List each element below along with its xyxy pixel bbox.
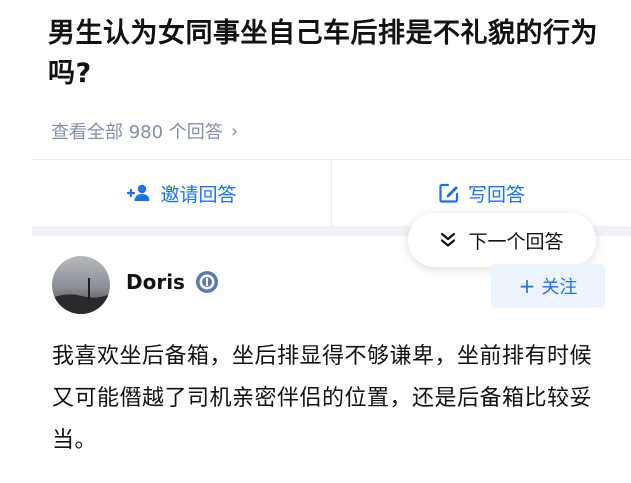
next-answer-button[interactable]: 下一个回答: [408, 213, 596, 267]
invite-answer-button[interactable]: 邀请回答: [32, 160, 331, 226]
answer-body[interactable]: 我喜欢坐后备箱，坐后排显得不够谦卑，坐前排有时候又可能僭越了司机亲密伴侣的位置，…: [52, 336, 597, 462]
edit-icon: [439, 183, 459, 203]
plus-icon: +: [518, 274, 536, 298]
add-user-icon: [127, 184, 150, 201]
follow-label: 关注: [541, 277, 578, 298]
view-all-label: 查看全部 980 个回答: [51, 122, 223, 143]
author-name[interactable]: Doris: [126, 270, 185, 294]
invite-answer-label: 邀请回答: [160, 183, 237, 206]
view-all-answers-link[interactable]: 查看全部 980 个回答 ›: [51, 118, 238, 144]
badge-icon: [195, 271, 218, 293]
question-title[interactable]: 男生认为女同事坐自己车后排是不礼貌的行为吗?: [48, 14, 608, 94]
double-chevron-down-icon: [441, 232, 456, 247]
follow-button[interactable]: + 关注: [491, 264, 605, 308]
chevron-right-icon: ›: [230, 120, 239, 142]
avatar[interactable]: [52, 256, 110, 314]
author-row: Doris: [126, 270, 219, 294]
write-answer-label: 写回答: [467, 183, 525, 206]
next-answer-label: 下一个回答: [468, 230, 564, 253]
